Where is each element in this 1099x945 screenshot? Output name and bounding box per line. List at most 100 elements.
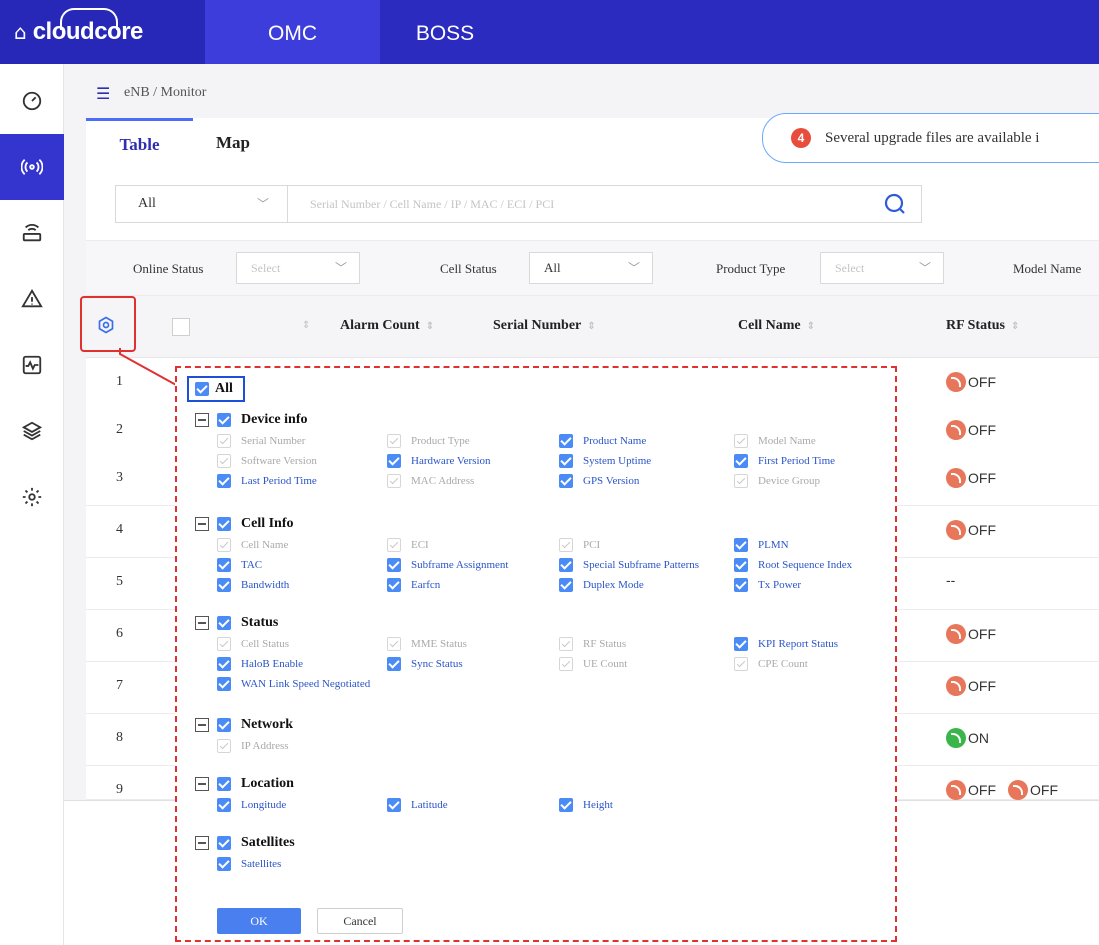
column-option[interactable]: Special Subframe Patterns xyxy=(559,558,699,572)
column-option-checkbox[interactable] xyxy=(734,558,748,572)
column-option[interactable]: Duplex Mode xyxy=(559,578,644,592)
column-option-checkbox[interactable] xyxy=(387,657,401,671)
column-option-checkbox[interactable] xyxy=(217,677,231,691)
column-option[interactable]: First Period Time xyxy=(734,454,835,468)
column-option-checkbox[interactable] xyxy=(217,798,231,812)
upgrade-notice[interactable]: 4 Several upgrade files are available i xyxy=(762,113,1099,163)
nav-enb[interactable] xyxy=(0,134,64,200)
column-serial-number[interactable]: Serial Number ⇕ xyxy=(493,318,596,334)
column-option[interactable]: Hardware Version xyxy=(387,454,491,468)
column-option-checkbox[interactable] xyxy=(734,538,748,552)
column-option-checkbox[interactable] xyxy=(387,798,401,812)
column-option[interactable]: Product Name xyxy=(559,434,646,448)
column-option-checkbox[interactable] xyxy=(217,474,231,488)
nav-cpe[interactable] xyxy=(0,200,64,266)
collapse-icon[interactable] xyxy=(195,616,209,630)
nav-dashboard[interactable] xyxy=(0,68,64,134)
group-device-info[interactable]: Device info xyxy=(195,412,307,428)
group-satellites[interactable]: Satellites xyxy=(195,835,295,851)
select-all-rows-checkbox[interactable] xyxy=(172,318,190,336)
cell-status-select[interactable]: All ﹀ xyxy=(529,252,653,284)
column-option-checkbox[interactable] xyxy=(217,578,231,592)
column-option-checkbox[interactable] xyxy=(559,578,573,592)
column-option[interactable]: KPI Report Status xyxy=(734,637,838,651)
column-option-checkbox[interactable] xyxy=(559,798,573,812)
column-option[interactable]: Earfcn xyxy=(387,578,440,592)
group-checkbox[interactable] xyxy=(217,517,231,531)
column-option-checkbox[interactable] xyxy=(734,578,748,592)
collapse-icon[interactable] xyxy=(195,718,209,732)
column-cell-name[interactable]: Cell Name ⇕ xyxy=(738,318,815,334)
brand-logo[interactable]: ⌂ cloudcore xyxy=(0,0,205,64)
sort-icon[interactable]: ⇕ xyxy=(302,320,310,331)
search-icon[interactable] xyxy=(883,192,907,216)
group-checkbox[interactable] xyxy=(217,777,231,791)
ok-button[interactable]: OK xyxy=(217,908,301,934)
collapse-icon[interactable] xyxy=(195,413,209,427)
column-option-checkbox[interactable] xyxy=(387,578,401,592)
column-option[interactable]: System Uptime xyxy=(559,454,651,468)
column-alarm-count[interactable]: Alarm Count ⇕ xyxy=(340,318,434,334)
group-status[interactable]: Status xyxy=(195,615,278,631)
column-option[interactable]: TAC xyxy=(217,558,262,572)
column-option-label: Subframe Assignment xyxy=(411,559,509,571)
search-input[interactable]: Serial Number / Cell Name / IP / MAC / E… xyxy=(310,186,870,222)
column-option-checkbox[interactable] xyxy=(217,857,231,871)
column-option[interactable]: Last Period Time xyxy=(217,474,317,488)
rf-signal-icon xyxy=(946,728,966,748)
tab-map[interactable]: Map xyxy=(216,118,276,176)
cancel-button[interactable]: Cancel xyxy=(317,908,403,934)
column-option[interactable]: Height xyxy=(559,798,613,812)
row-number: 2 xyxy=(116,422,123,437)
column-option-checkbox[interactable] xyxy=(217,558,231,572)
group-checkbox[interactable] xyxy=(217,616,231,630)
rf-status-cell: ON xyxy=(946,728,989,748)
column-option[interactable]: PLMN xyxy=(734,538,789,552)
tab-boss[interactable]: BOSS xyxy=(380,0,510,64)
column-option-checkbox[interactable] xyxy=(559,474,573,488)
dashboard-icon xyxy=(22,91,42,111)
column-option[interactable]: Tx Power xyxy=(734,578,801,592)
column-option[interactable]: Subframe Assignment xyxy=(387,558,508,572)
select-all-checkbox[interactable] xyxy=(195,382,209,396)
group-checkbox[interactable] xyxy=(217,718,231,732)
tab-table[interactable]: Table xyxy=(86,118,193,176)
column-option-checkbox[interactable] xyxy=(387,454,401,468)
collapse-icon[interactable] xyxy=(195,517,209,531)
nav-alarm[interactable] xyxy=(0,266,64,332)
column-option[interactable]: GPS Version xyxy=(559,474,639,488)
group-checkbox[interactable] xyxy=(217,836,231,850)
group-cell-info[interactable]: Cell Info xyxy=(195,516,294,532)
group-location[interactable]: Location xyxy=(195,776,294,792)
column-option[interactable]: Latitude xyxy=(387,798,448,812)
tab-omc[interactable]: OMC xyxy=(205,0,380,64)
select-all-columns[interactable]: All xyxy=(187,376,245,402)
menu-toggle-icon[interactable]: ☰ xyxy=(96,84,110,103)
nav-settings[interactable] xyxy=(0,464,64,530)
online-status-select[interactable]: Select ﹀ xyxy=(236,252,360,284)
column-option[interactable]: Longitude xyxy=(217,798,286,812)
column-option[interactable]: Satellites xyxy=(217,857,281,871)
group-network[interactable]: Network xyxy=(195,717,293,733)
column-option[interactable]: HaloB Enable xyxy=(217,657,303,671)
column-option[interactable]: Root Sequence Index xyxy=(734,558,852,572)
column-rf-status[interactable]: RF Status ⇕ xyxy=(946,318,1019,334)
collapse-icon[interactable] xyxy=(195,836,209,850)
column-option[interactable]: WAN Link Speed Negotiated xyxy=(217,677,370,691)
product-type-select[interactable]: Select ﹀ xyxy=(820,252,944,284)
column-option-checkbox[interactable] xyxy=(559,454,573,468)
column-option-checkbox[interactable] xyxy=(217,657,231,671)
search-scope-select[interactable]: All ﹀ xyxy=(116,186,288,222)
home-icon[interactable]: ⌂ xyxy=(14,20,27,44)
collapse-icon[interactable] xyxy=(195,777,209,791)
column-option-checkbox[interactable] xyxy=(734,637,748,651)
column-option[interactable]: Bandwidth xyxy=(217,578,289,592)
column-option-checkbox[interactable] xyxy=(734,454,748,468)
group-checkbox[interactable] xyxy=(217,413,231,427)
nav-layers[interactable] xyxy=(0,398,64,464)
column-option-checkbox[interactable] xyxy=(559,434,573,448)
column-option[interactable]: Sync Status xyxy=(387,657,463,671)
column-option-checkbox[interactable] xyxy=(559,558,573,572)
column-option-checkbox[interactable] xyxy=(387,558,401,572)
nav-performance[interactable] xyxy=(0,332,64,398)
